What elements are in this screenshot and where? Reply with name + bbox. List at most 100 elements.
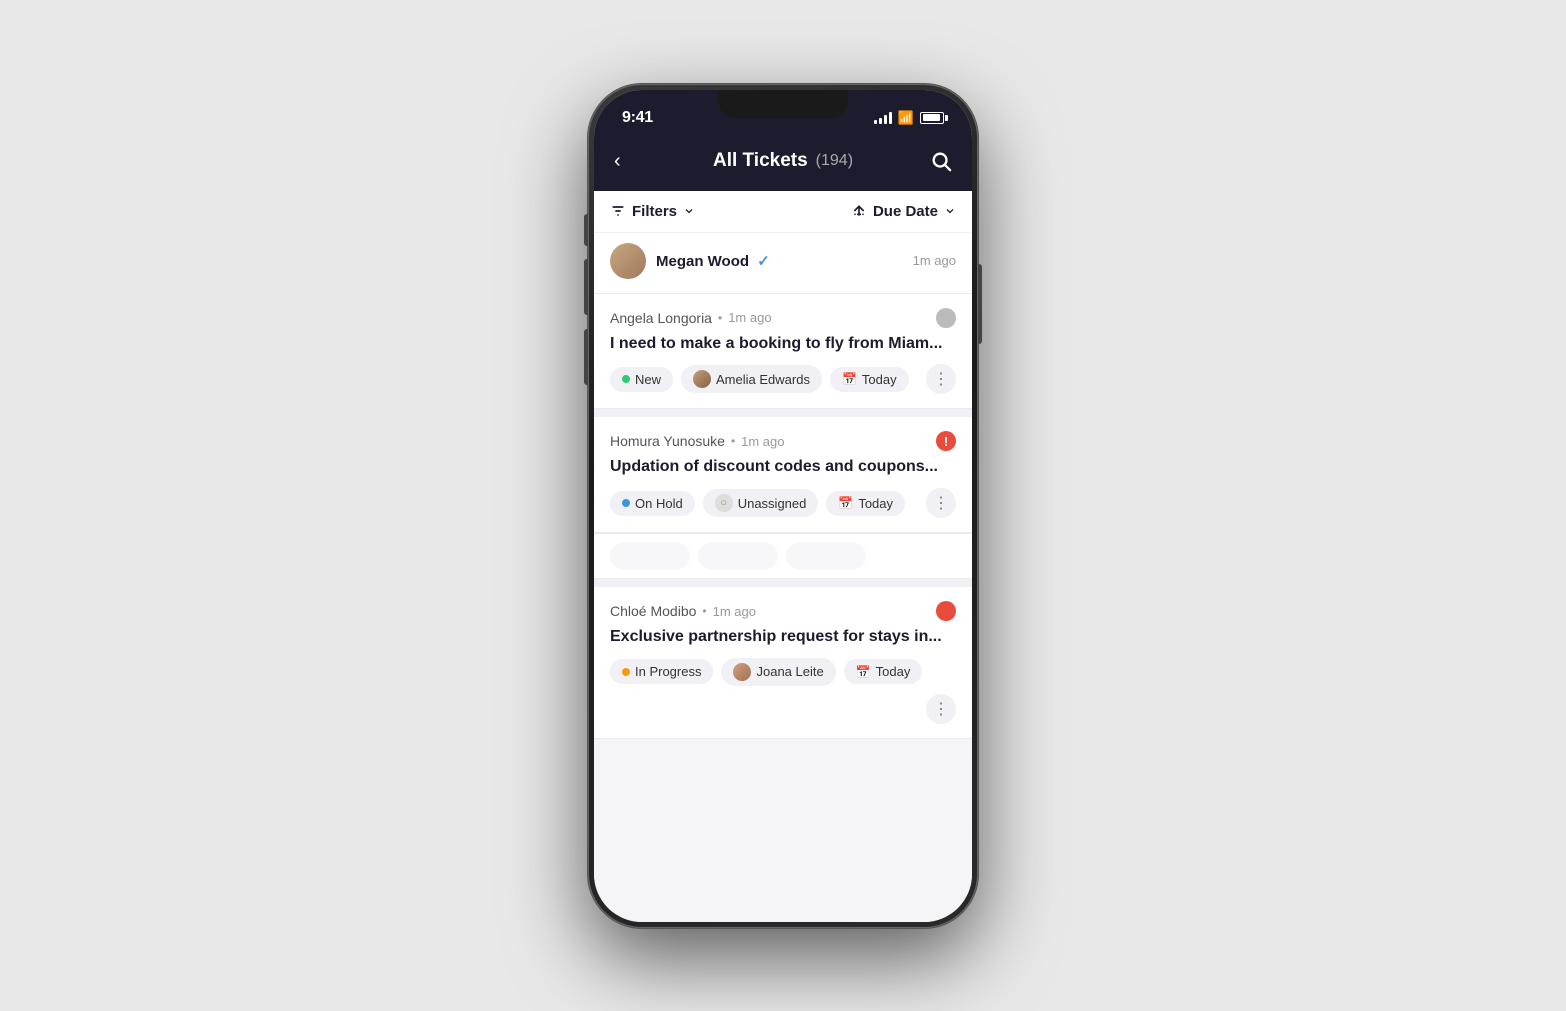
due-date-label: Today (876, 664, 911, 679)
sort-label: Due Date (873, 203, 938, 220)
status-dot (622, 499, 630, 507)
status-label: In Progress (635, 664, 701, 679)
back-button[interactable]: ‹ (614, 150, 650, 173)
status-label: New (635, 372, 661, 387)
tag-partial (610, 542, 690, 570)
ticket-tags: On Hold ○ Unassigned 📅 Today ⋮ (610, 488, 956, 518)
ticket-submitter: Homura Yunosuke (610, 433, 725, 449)
mute-button (584, 214, 588, 246)
status-dot (622, 668, 630, 676)
battery-fill (923, 114, 940, 121)
ticket-meta: Chloé Modibo • 1m ago (610, 601, 956, 621)
filter-chevron-icon (683, 205, 695, 217)
ticket-meta-left: Chloé Modibo • 1m ago (610, 603, 756, 619)
assignee-avatar: ○ (715, 494, 733, 512)
due-date-tag[interactable]: 📅 Today (844, 659, 923, 684)
due-date-label: Today (862, 372, 897, 387)
priority-indicator (936, 601, 956, 621)
due-date-tag[interactable]: 📅 Today (826, 491, 905, 516)
ticket-partial-top[interactable]: Megan Wood ✓ 1m ago (594, 233, 972, 294)
calendar-icon: 📅 (856, 665, 871, 679)
status-label: On Hold (635, 496, 683, 511)
due-date-label: Today (858, 496, 893, 511)
separator (594, 409, 972, 417)
assignee-tag[interactable]: Amelia Edwards (681, 365, 822, 393)
partial-tags-row (594, 533, 972, 579)
separator (594, 579, 972, 587)
ticket-submitter: Angela Longoria (610, 310, 712, 326)
header-title-group: All Tickets (194) (713, 150, 853, 172)
verified-badge: ✓ (757, 253, 770, 270)
filter-button[interactable]: Filters (610, 203, 695, 220)
assignee-name: Unassigned (738, 496, 807, 511)
phone-frame: 9:41 📶 ‹ All Tickets (194) (588, 84, 978, 928)
tag-partial (698, 542, 778, 570)
wifi-icon: 📶 (898, 110, 914, 126)
sort-button[interactable]: Due Date (851, 203, 956, 220)
ticket-card[interactable]: Angela Longoria • 1m ago I need to make … (594, 294, 972, 410)
ticket-title: Exclusive partnership request for stays … (610, 627, 956, 648)
app-header: ‹ All Tickets (194) (594, 140, 972, 191)
more-options-button[interactable]: ⋮ (926, 694, 956, 724)
ticket-time: 1m ago (913, 253, 956, 268)
ticket-partial-info: Megan Wood ✓ 1m ago (656, 252, 956, 270)
status-tag[interactable]: In Progress (610, 659, 713, 684)
ticket-time: 1m ago (741, 434, 784, 449)
avatar (610, 243, 646, 279)
ticket-time: 1m ago (713, 604, 756, 619)
power-button (978, 264, 982, 344)
filter-label: Filters (632, 203, 677, 220)
ticket-meta: Angela Longoria • 1m ago (610, 308, 956, 328)
volume-down-button (584, 329, 588, 385)
ticket-submitter-name: Megan Wood ✓ (656, 252, 770, 270)
ticket-tags: In Progress Joana Leite 📅 Today ⋮ (610, 658, 956, 724)
separator-dot: • (702, 604, 706, 618)
ticket-card[interactable]: Chloé Modibo • 1m ago Exclusive partners… (594, 587, 972, 739)
ticket-list: Megan Wood ✓ 1m ago Angela Longoria • 1m… (594, 233, 972, 922)
status-tag[interactable]: New (610, 367, 673, 392)
due-date-tag[interactable]: 📅 Today (830, 367, 909, 392)
calendar-icon: 📅 (842, 372, 857, 386)
search-button[interactable] (916, 150, 952, 172)
ticket-meta-left: Homura Yunosuke • 1m ago (610, 433, 785, 449)
ticket-time: 1m ago (728, 310, 771, 325)
ticket-meta: Homura Yunosuke • 1m ago ! (610, 431, 956, 451)
more-options-button[interactable]: ⋮ (926, 364, 956, 394)
sort-icon (851, 203, 867, 219)
ticket-meta-left: Angela Longoria • 1m ago (610, 310, 772, 326)
ticket-title: Updation of discount codes and coupons..… (610, 457, 956, 478)
separator-dot: • (718, 311, 722, 325)
priority-indicator: ! (936, 431, 956, 451)
status-icons: 📶 (874, 110, 944, 126)
status-dot (622, 375, 630, 383)
filter-bar: Filters Due Date (594, 191, 972, 233)
battery-icon (920, 112, 944, 124)
page-title: All Tickets (713, 150, 808, 172)
assignee-avatar (693, 370, 711, 388)
filter-icon (610, 203, 626, 219)
status-time: 9:41 (622, 109, 653, 127)
status-tag[interactable]: On Hold (610, 491, 695, 516)
calendar-icon: 📅 (838, 496, 853, 510)
notch (718, 90, 848, 118)
volume-up-button (584, 259, 588, 315)
separator-dot: • (731, 434, 735, 448)
assignee-name: Joana Leite (756, 664, 823, 679)
ticket-card[interactable]: Homura Yunosuke • 1m ago ! Updation of d… (594, 417, 972, 533)
search-icon (930, 150, 952, 172)
sort-chevron-icon (944, 205, 956, 217)
ticket-count: (194) (816, 152, 853, 170)
tag-partial (786, 542, 866, 570)
assignee-avatar (733, 663, 751, 681)
assignee-tag[interactable]: ○ Unassigned (703, 489, 819, 517)
signal-icon (874, 112, 892, 124)
more-options-button[interactable]: ⋮ (926, 488, 956, 518)
assignee-name: Amelia Edwards (716, 372, 810, 387)
partial-tags (610, 542, 956, 570)
priority-indicator (936, 308, 956, 328)
ticket-submitter: Chloé Modibo (610, 603, 696, 619)
ticket-tags: New Amelia Edwards 📅 Today ⋮ (610, 364, 956, 394)
assignee-tag[interactable]: Joana Leite (721, 658, 835, 686)
phone-screen: 9:41 📶 ‹ All Tickets (194) (594, 90, 972, 922)
ticket-title: I need to make a booking to fly from Mia… (610, 334, 956, 355)
